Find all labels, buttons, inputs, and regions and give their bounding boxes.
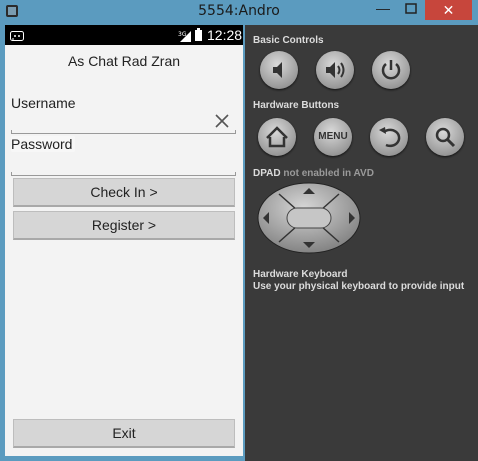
emulator-window: 5554:Andro — ✕ 3G 12:28 As Chat Rad Zran… (0, 0, 478, 461)
username-underline (11, 130, 236, 134)
power-button[interactable] (372, 51, 410, 89)
close-button[interactable]: ✕ (425, 0, 472, 20)
back-button[interactable] (370, 118, 408, 156)
menu-button[interactable]: MENU (314, 118, 352, 156)
maximize-icon (405, 3, 417, 14)
emulator-controls-panel: Basic Controls Hardware Buttons MENU DPA… (245, 25, 478, 461)
minimize-button[interactable]: — (370, 0, 396, 20)
check-in-button[interactable]: Check In > (13, 178, 235, 207)
username-field[interactable] (11, 113, 236, 133)
device-screen: 3G 12:28 As Chat Rad Zran Username Passw… (5, 25, 243, 456)
keyboard-description: Use your physical keyboard to provide in… (253, 281, 465, 292)
dpad-note: not enabled in AVD (283, 168, 374, 179)
status-bar: 3G 12:28 (5, 25, 243, 45)
title-bar[interactable]: 5554:Andro — ✕ (0, 0, 478, 25)
menu-icon: MENU (318, 131, 348, 142)
app-title: As Chat Rad Zran (67, 53, 181, 69)
hardware-buttons-label: Hardware Buttons (253, 100, 340, 111)
signal-icon: 3G (178, 29, 192, 47)
search-button[interactable] (426, 118, 464, 156)
volume-down-icon (273, 62, 282, 78)
basic-controls-label: Basic Controls (253, 35, 324, 46)
keyboard-title: Hardware Keyboard (253, 269, 348, 280)
search-icon (435, 127, 456, 148)
dpad-title: DPAD (253, 168, 281, 179)
register-button[interactable]: Register > (13, 211, 235, 240)
notification-icon (10, 29, 24, 41)
exit-button[interactable]: Exit (13, 419, 235, 448)
home-icon (266, 126, 288, 148)
power-icon (381, 60, 401, 80)
password-underline (11, 172, 236, 176)
dpad-label: DPAD not enabled in AVD (253, 168, 374, 179)
password-field[interactable] (11, 155, 236, 175)
maximize-button[interactable] (398, 0, 424, 20)
username-label: Username (11, 95, 76, 111)
clear-icon[interactable] (213, 112, 231, 130)
password-label: Password (11, 136, 76, 152)
hardware-keyboard-info: Hardware Keyboard Use your physical keyb… (253, 269, 464, 293)
home-button[interactable] (258, 118, 296, 156)
volume-up-icon (326, 62, 345, 78)
volume-down-button[interactable] (260, 51, 298, 89)
back-icon (379, 127, 401, 148)
dpad[interactable] (257, 182, 361, 254)
battery-icon (195, 28, 202, 41)
status-clock: 12:28 (207, 27, 243, 43)
volume-up-button[interactable] (316, 51, 354, 89)
